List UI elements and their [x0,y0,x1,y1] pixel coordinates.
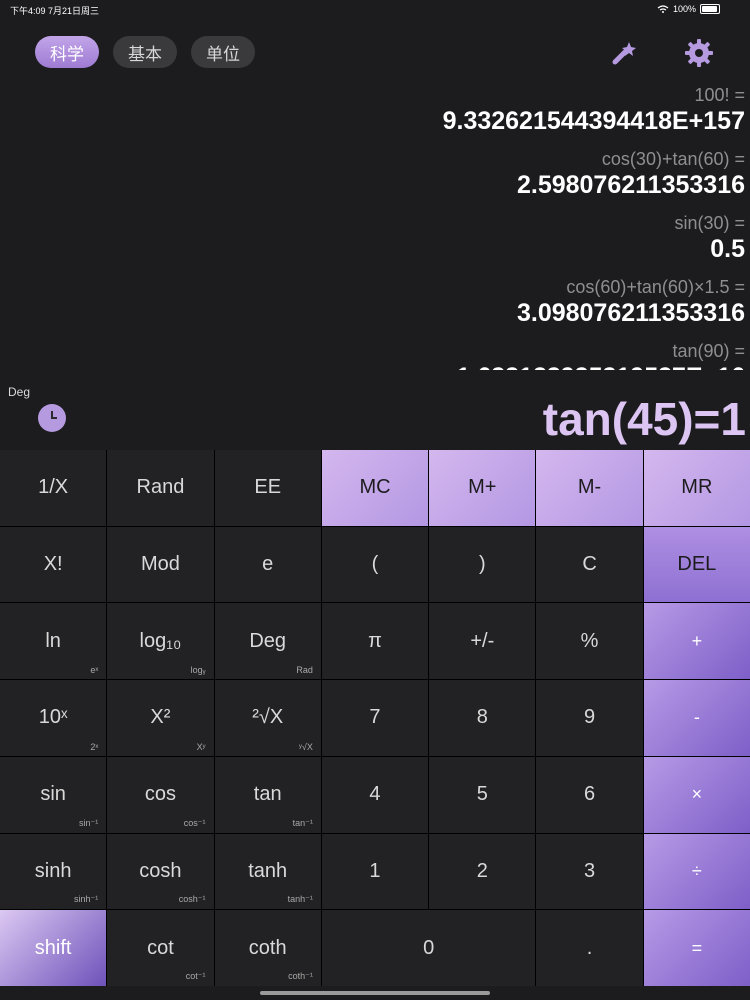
history-row[interactable]: cos(60)+tan(60)×1.5 = 3.098076211353316 [45,276,745,328]
key-5[interactable]: 5 [429,756,536,833]
key-cos[interactable]: cos cos⁻¹ [107,756,214,833]
gear-icon[interactable] [684,38,714,68]
key-mc[interactable]: MC [321,450,429,526]
battery-icon [700,4,720,14]
clock-icon[interactable] [38,404,66,432]
key-square[interactable]: X² Xʸ [107,680,214,756]
key-tan[interactable]: tan tan⁻¹ [214,756,321,833]
key-ln[interactable]: ln eˣ [0,603,107,680]
key-decimal[interactable]: . [536,910,643,986]
key-m-plus[interactable]: M+ [429,450,536,526]
key-shift[interactable]: shift [0,910,107,986]
key-reciprocal[interactable]: 1/X [0,450,107,526]
key-rand[interactable]: Rand [107,450,214,526]
key-cosh[interactable]: cosh cosh⁻¹ [107,833,214,910]
key-delete[interactable]: DEL [643,526,750,603]
key-clear[interactable]: C [536,526,643,603]
keypad: 1/X Rand EE MC M+ M- MR X! Mod e ( ) C D… [0,450,750,986]
key-log10[interactable]: log₁₀ logᵧ [107,603,214,680]
key-open-paren[interactable]: ( [321,526,429,603]
key-2[interactable]: 2 [429,833,536,910]
key-plus[interactable]: + [643,603,750,680]
angle-mode-label: Deg [8,385,31,399]
key-1[interactable]: 1 [321,833,429,910]
key-coth[interactable]: coth coth⁻¹ [214,910,321,986]
home-indicator [260,991,490,995]
key-sinh[interactable]: sinh sinh⁻¹ [0,833,107,910]
key-divide[interactable]: ÷ [643,833,750,910]
key-ten-power[interactable]: 10ˣ 2ˣ [0,680,107,756]
key-cot[interactable]: cot cot⁻¹ [107,910,214,986]
key-sin[interactable]: sin sin⁻¹ [0,756,107,833]
key-tanh[interactable]: tanh tanh⁻¹ [214,833,321,910]
key-e[interactable]: e [214,526,321,603]
main-display: tan(45)=1 [542,393,746,445]
key-8[interactable]: 8 [429,680,536,756]
tab-basic[interactable]: 基本 [113,36,177,68]
key-0[interactable]: 0 [321,910,536,986]
key-mod[interactable]: Mod [107,526,214,603]
key-9[interactable]: 9 [536,680,643,756]
tab-scientific[interactable]: 科学 [35,36,99,68]
history-row[interactable]: cos(30)+tan(60) = 2.598076211353316 [45,148,745,200]
key-3[interactable]: 3 [536,833,643,910]
key-factorial[interactable]: X! [0,526,107,603]
status-bar: 下午4:09 7月21日周三 100% [0,0,750,18]
status-time: 下午4:09 7月21日周三 [10,6,100,16]
key-pi[interactable]: π [321,603,429,680]
key-4[interactable]: 4 [321,756,429,833]
magic-wand-icon[interactable] [609,38,639,68]
key-m-minus[interactable]: M- [536,450,643,526]
key-7[interactable]: 7 [321,680,429,756]
mode-tabs: 科学 基本 单位 [35,36,255,68]
history-list: 100! = 9.332621544394418E+157 cos(30)+ta… [45,84,745,374]
key-close-paren[interactable]: ) [429,526,536,603]
key-multiply[interactable]: × [643,756,750,833]
key-sqrt[interactable]: ²√X ʸ√X [214,680,321,756]
key-equals[interactable]: = [643,910,750,986]
history-row[interactable]: 100! = 9.332621544394418E+157 [45,84,745,136]
history-row[interactable]: tan(90) = 1.633123935319537E+16 [45,340,746,374]
history-row[interactable]: sin(30) = 0.5 [45,212,745,264]
key-mr[interactable]: MR [643,450,750,526]
battery-percent: 100% [672,4,696,14]
key-deg[interactable]: Deg Rad [214,603,321,680]
wifi-icon [657,5,669,13]
tab-unit[interactable]: 单位 [191,36,255,68]
key-negate[interactable]: +/- [429,603,536,680]
key-minus[interactable]: - [643,680,750,756]
key-6[interactable]: 6 [536,756,643,833]
key-percent[interactable]: % [536,603,643,680]
key-ee[interactable]: EE [214,450,321,526]
